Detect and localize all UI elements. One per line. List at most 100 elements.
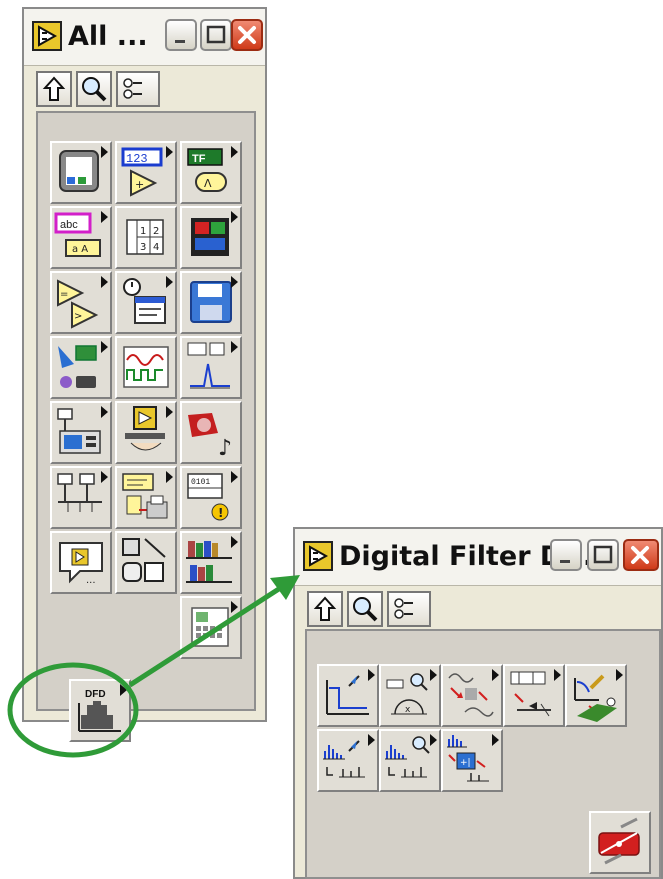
boolean-tile[interactable]: TF Λ bbox=[180, 141, 242, 204]
cluster-tile[interactable] bbox=[180, 206, 242, 269]
express-tile[interactable]: ♪ bbox=[180, 401, 242, 464]
timing-tile[interactable] bbox=[115, 271, 177, 334]
svg-text:4: 4 bbox=[153, 242, 159, 253]
maximize-button[interactable] bbox=[200, 19, 232, 51]
advanced-tile[interactable]: 0101! bbox=[180, 466, 242, 529]
array-tile[interactable]: 1234 bbox=[115, 206, 177, 269]
submenu-arrow-icon bbox=[166, 471, 173, 483]
waveform-tile[interactable] bbox=[115, 336, 177, 399]
up-button[interactable] bbox=[307, 591, 343, 627]
dfd-implementation-tile[interactable]: +| bbox=[441, 729, 503, 792]
speech-bubble-icon: ... bbox=[59, 542, 103, 586]
submenu-arrow-icon bbox=[368, 669, 375, 681]
instrument-io-tile[interactable] bbox=[50, 401, 112, 464]
all-functions-palette: All ... 123 + TF Λ abc a A 1 2 3 4 = > ♪… bbox=[22, 7, 267, 742]
close-button[interactable] bbox=[231, 19, 263, 51]
svg-text:+|: +| bbox=[460, 758, 471, 768]
svg-text:!: ! bbox=[218, 506, 223, 520]
svg-text:a A: a A bbox=[72, 244, 88, 255]
report-generation-tile[interactable] bbox=[115, 466, 177, 529]
palette-toolbar bbox=[36, 71, 226, 107]
up-arrow-icon bbox=[42, 76, 66, 101]
submenu-arrow-icon bbox=[368, 734, 375, 746]
close-button[interactable] bbox=[623, 539, 659, 571]
submenu-arrow-icon bbox=[166, 146, 173, 158]
up-button[interactable] bbox=[36, 71, 72, 107]
dfd-tile[interactable]: DFD bbox=[69, 679, 131, 742]
measurement-io-tile[interactable] bbox=[50, 336, 112, 399]
submenu-arrow-icon bbox=[231, 211, 238, 223]
comparison-tile[interactable]: = > bbox=[50, 271, 112, 334]
submenu-arrow-icon bbox=[554, 669, 561, 681]
submenu-arrow-icon bbox=[231, 601, 238, 613]
dfd-utilities-tile[interactable] bbox=[317, 729, 379, 792]
file-io-tile[interactable] bbox=[180, 271, 242, 334]
search-button[interactable] bbox=[347, 591, 383, 627]
digital-filter-design-palette: Digital Filter D... x +| bbox=[293, 527, 663, 879]
view-options-icon bbox=[123, 78, 142, 99]
close-icon bbox=[238, 26, 256, 44]
minimize-button[interactable] bbox=[165, 19, 197, 51]
submenu-arrow-icon bbox=[231, 276, 238, 288]
svg-text:♪: ♪ bbox=[218, 436, 232, 461]
view-options-button[interactable] bbox=[387, 591, 431, 627]
submenu-arrow-icon bbox=[120, 684, 127, 696]
dfd-functions-panel: x +| bbox=[305, 629, 661, 879]
dfd-conversion-tile[interactable] bbox=[441, 664, 503, 727]
shapes-icon bbox=[122, 538, 166, 582]
submenu-arrow-icon bbox=[231, 471, 238, 483]
search-icon bbox=[82, 77, 107, 102]
svg-text:1: 1 bbox=[140, 226, 146, 237]
close-icon bbox=[631, 546, 649, 564]
structures-tile[interactable] bbox=[50, 141, 112, 204]
dfd-express-tile[interactable] bbox=[589, 811, 651, 874]
title-bar[interactable]: Digital Filter D... bbox=[295, 529, 661, 586]
up-arrow-icon bbox=[313, 596, 337, 621]
svg-text:=: = bbox=[60, 289, 68, 300]
submenu-arrow-icon bbox=[101, 471, 108, 483]
labview-app-icon bbox=[32, 21, 62, 51]
dfd-analysis-tile[interactable]: x bbox=[379, 664, 441, 727]
waveform-icon bbox=[123, 346, 169, 388]
dfd-multirate-tile[interactable] bbox=[565, 664, 627, 727]
dfd-filter-design-tile[interactable] bbox=[317, 664, 379, 727]
dfd-fixed-point-tile[interactable] bbox=[503, 664, 565, 727]
labview-app-icon bbox=[303, 541, 333, 571]
submenu-arrow-icon bbox=[492, 734, 499, 746]
submenu-arrow-icon bbox=[430, 734, 437, 746]
submenu-arrow-icon bbox=[101, 341, 108, 353]
svg-text:abc: abc bbox=[60, 219, 78, 231]
express-toolkit-icon bbox=[598, 817, 640, 865]
express-icon: ♪ bbox=[188, 413, 232, 461]
connectivity-tile[interactable] bbox=[50, 466, 112, 529]
signal-processing-tile[interactable] bbox=[180, 336, 242, 399]
svg-text:...: ... bbox=[86, 575, 96, 586]
svg-text:2: 2 bbox=[153, 226, 159, 237]
functions-panel: 123 + TF Λ abc a A 1234 = > ♪ 0101 ! ...… bbox=[36, 111, 256, 742]
string-tile[interactable]: abc a A bbox=[50, 206, 112, 269]
maximize-button[interactable] bbox=[587, 539, 619, 571]
search-button[interactable] bbox=[76, 71, 112, 107]
submenu-arrow-icon bbox=[101, 146, 108, 158]
submenu-arrow-icon bbox=[492, 669, 499, 681]
palette-toolbar bbox=[307, 591, 497, 627]
select-vi-tile[interactable] bbox=[115, 401, 177, 464]
minimize-button[interactable] bbox=[550, 539, 582, 571]
dfd-analysis-2-tile[interactable] bbox=[379, 729, 441, 792]
submenu-arrow-icon bbox=[231, 536, 238, 548]
express-user-libraries-tile[interactable]: ... bbox=[50, 531, 112, 594]
view-options-button[interactable] bbox=[116, 71, 160, 107]
addons-tile[interactable] bbox=[180, 531, 242, 594]
submenu-arrow-icon bbox=[231, 146, 238, 158]
array-icon: 1 23 4 bbox=[126, 219, 164, 255]
window-title: All ... bbox=[68, 21, 148, 52]
submenu-arrow-icon bbox=[166, 276, 173, 288]
svg-text:+: + bbox=[135, 178, 144, 191]
title-bar[interactable]: All ... bbox=[24, 9, 265, 66]
numeric-tile[interactable]: 123 + bbox=[115, 141, 177, 204]
submenu-arrow-icon bbox=[166, 406, 173, 418]
submenu-arrow-icon bbox=[101, 406, 108, 418]
view-options-icon bbox=[394, 598, 413, 619]
decorations-tile[interactable] bbox=[115, 531, 177, 594]
favorites-tile[interactable] bbox=[180, 596, 242, 659]
